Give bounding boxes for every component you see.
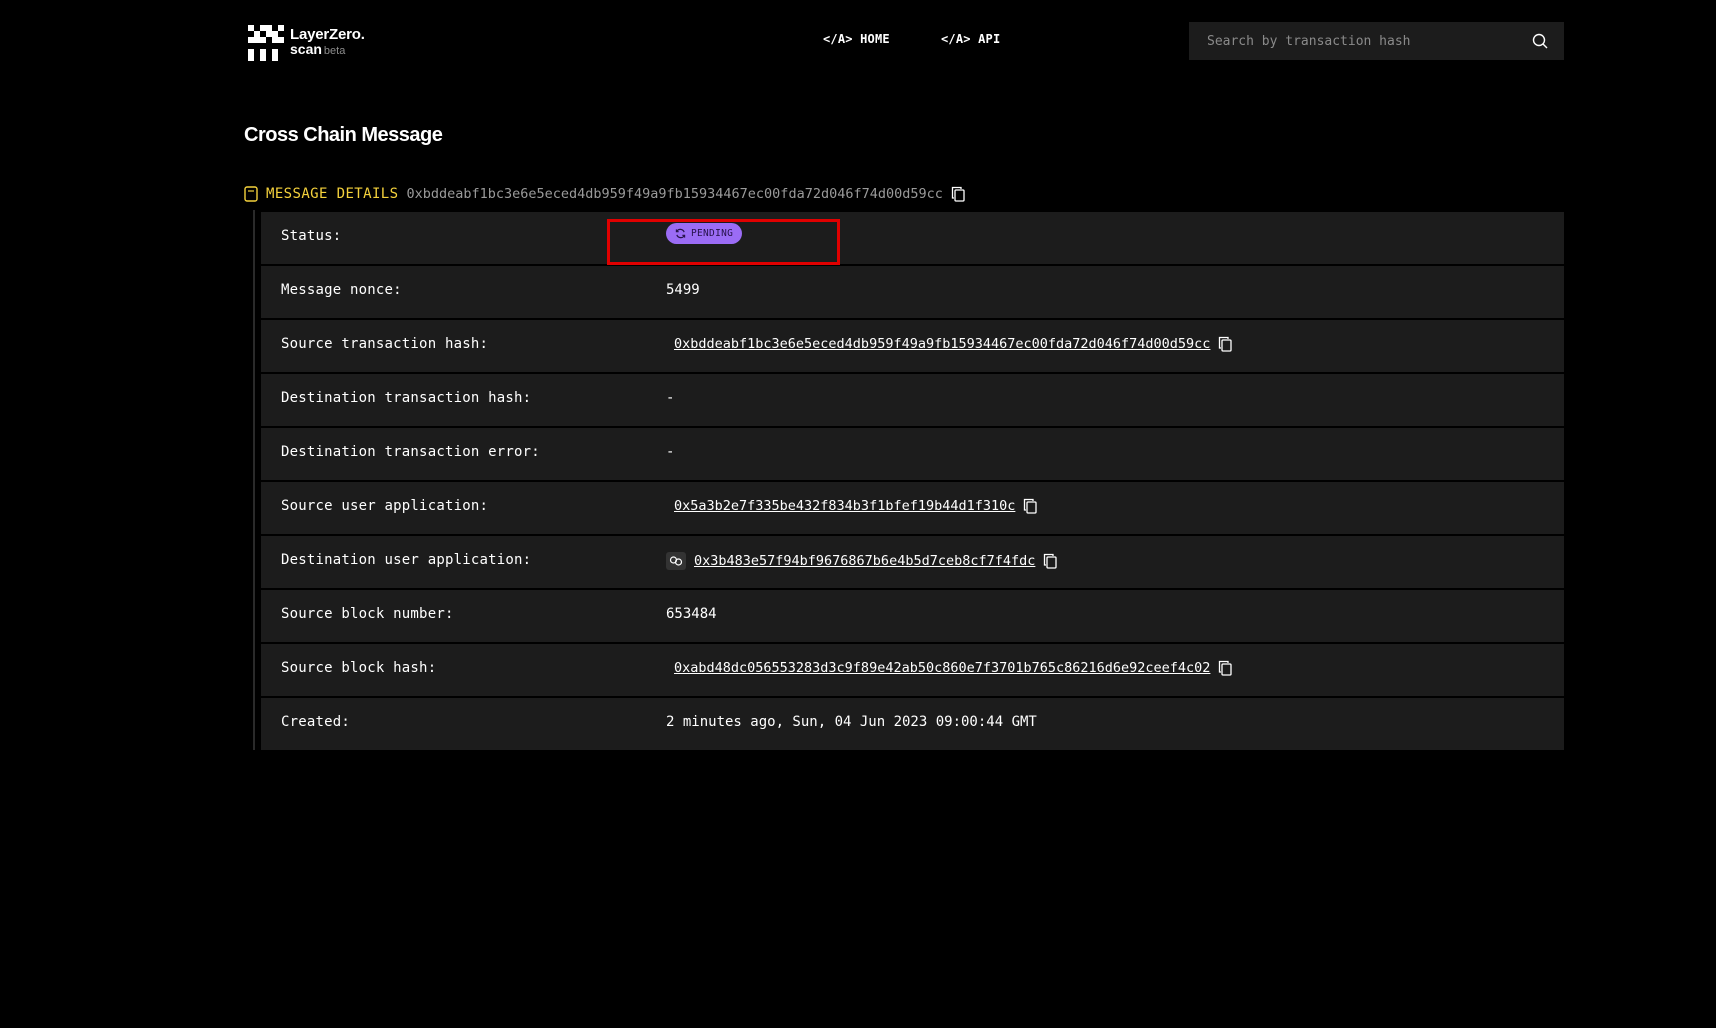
row-label: Destination user application: xyxy=(281,552,532,568)
copy-icon[interactable] xyxy=(1218,336,1233,352)
chain-link-icon xyxy=(666,552,686,570)
refresh-icon xyxy=(675,228,686,239)
page-title: Cross Chain Message xyxy=(244,124,443,146)
page: LayerZero. scanbeta </A> HOME </A> API C… xyxy=(0,0,1716,1028)
copy-icon[interactable] xyxy=(1218,660,1233,676)
row-label: Status: xyxy=(281,228,342,244)
row-value: 0xabd48dc056553283d3c9f89e42ab50c860e7f3… xyxy=(674,660,1233,676)
table-row-status: Status: PENDING xyxy=(261,212,1564,264)
copy-icon[interactable] xyxy=(951,186,965,202)
table-row-destination-tx-error: Destination transaction error: - xyxy=(261,428,1564,480)
row-value: 0xbddeabf1bc3e6e5eced4db959f49a9fb159344… xyxy=(674,336,1233,352)
table-row-created: Created: 2 minutes ago, Sun, 04 Jun 2023… xyxy=(261,698,1564,750)
search-icon[interactable] xyxy=(1532,33,1548,49)
status-badge-text: PENDING xyxy=(691,228,734,239)
row-label: Created: xyxy=(281,714,351,730)
logo-scan-text: scan xyxy=(290,41,322,57)
nav-home-link[interactable]: </A> HOME xyxy=(823,32,890,46)
row-value: - xyxy=(666,444,675,460)
row-value: 0x3b483e57f94bf9676867b6e4b5d7ceb8cf7f4f… xyxy=(666,552,1058,570)
source-user-application-link[interactable]: 0x5a3b2e7f335be432f834b3f1bfef19b44d1f31… xyxy=(674,498,1015,514)
table-row-destination-tx-hash: Destination transaction hash: - xyxy=(261,374,1564,426)
logo-text: LayerZero. scan beta xyxy=(290,27,365,59)
copy-icon[interactable] xyxy=(1023,498,1038,514)
message-details-hash: 0xbddeabf1bc3e6e5eced4db959f49a9fb159344… xyxy=(406,186,943,202)
message-details-header: MESSAGE DETAILS 0xbddeabf1bc3e6e5eced4db… xyxy=(244,184,965,204)
row-value: 0x5a3b2e7f335be432f834b3f1bfef19b44d1f31… xyxy=(674,498,1038,514)
table-row-nonce: Message nonce: 5499 xyxy=(261,266,1564,318)
logo-line2: scan beta xyxy=(290,42,365,59)
row-label: Source user application: xyxy=(281,498,489,514)
message-details-table: Status: PENDING Message nonce: 5499 Sour… xyxy=(261,212,1564,752)
layerzero-logo[interactable]: LayerZero. scan beta xyxy=(248,24,365,62)
table-row-source-block-hash: Source block hash: 0xabd48dc056553283d3c… xyxy=(261,644,1564,696)
row-value: 653484 xyxy=(666,606,717,622)
row-label: Source transaction hash: xyxy=(281,336,489,352)
logo-line1: LayerZero. xyxy=(290,26,365,43)
row-label: Source block number: xyxy=(281,606,454,622)
copy-icon[interactable] xyxy=(1043,553,1058,569)
destination-user-application-link[interactable]: 0x3b483e57f94bf9676867b6e4b5d7ceb8cf7f4f… xyxy=(694,553,1035,569)
row-value: PENDING xyxy=(666,223,743,244)
layerzero-logo-icon xyxy=(248,25,284,61)
search-input[interactable] xyxy=(1205,32,1519,50)
status-badge: PENDING xyxy=(666,223,743,244)
row-value: 5499 xyxy=(666,282,700,298)
beta-tag: beta xyxy=(323,45,346,57)
row-label: Destination transaction hash: xyxy=(281,390,532,406)
nav-api-link[interactable]: </A> API xyxy=(941,32,1000,46)
table-row-destination-user-application: Destination user application: 0x3b483e57… xyxy=(261,536,1564,588)
row-value: - xyxy=(666,390,675,406)
table-row-source-user-application: Source user application: 0x5a3b2e7f335be… xyxy=(261,482,1564,534)
message-details-label: MESSAGE DETAILS xyxy=(266,186,399,202)
source-block-hash-link[interactable]: 0xabd48dc056553283d3c9f89e42ab50c860e7f3… xyxy=(674,660,1210,676)
row-label: Source block hash: xyxy=(281,660,437,676)
document-icon xyxy=(244,186,258,202)
row-label: Destination transaction error: xyxy=(281,444,540,460)
table-row-source-tx-hash: Source transaction hash: 0xbddeabf1bc3e6… xyxy=(261,320,1564,372)
source-tx-hash-link[interactable]: 0xbddeabf1bc3e6e5eced4db959f49a9fb159344… xyxy=(674,336,1210,352)
table-row-source-block-number: Source block number: 653484 xyxy=(261,590,1564,642)
row-value: 2 minutes ago, Sun, 04 Jun 2023 09:00:44… xyxy=(666,714,1037,730)
search-bar xyxy=(1189,22,1564,60)
row-label: Message nonce: xyxy=(281,282,402,298)
details-left-rule xyxy=(253,210,255,750)
